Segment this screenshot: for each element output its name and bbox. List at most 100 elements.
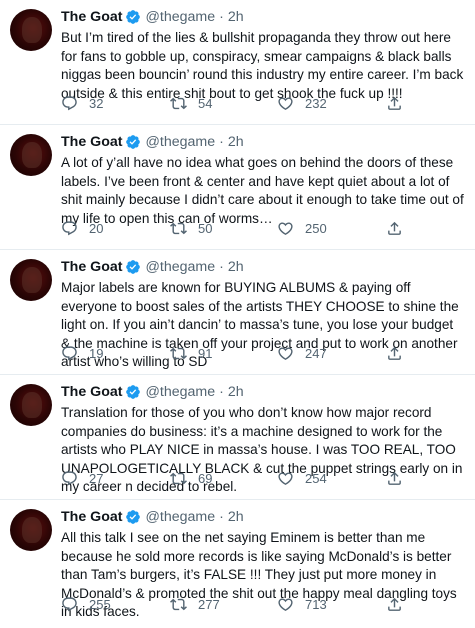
retweet-count: 277 xyxy=(198,596,220,612)
tweet[interactable]: The Goat @thegame · 2h Major labels are … xyxy=(0,250,475,375)
author-handle[interactable]: @thegame xyxy=(145,258,215,276)
share-button[interactable] xyxy=(386,470,406,487)
reply-button[interactable]: 20 xyxy=(61,220,170,237)
like-button[interactable]: 232 xyxy=(277,95,386,112)
tweet[interactable]: The Goat @thegame · 2h Translation for t… xyxy=(0,375,475,500)
reply-icon xyxy=(62,95,77,110)
share-icon xyxy=(388,96,401,110)
retweet-count: 50 xyxy=(198,220,213,236)
retweet-count: 91 xyxy=(198,345,213,361)
tweet-actions: 255 277 713 xyxy=(61,595,465,613)
like-count: 250 xyxy=(305,220,327,236)
avatar[interactable] xyxy=(10,384,52,426)
timestamp[interactable]: 2h xyxy=(228,508,244,526)
retweet-icon xyxy=(170,472,187,484)
share-icon xyxy=(388,471,401,485)
tweet[interactable]: The Goat @thegame · 2h A lot of y’all ha… xyxy=(0,125,475,250)
timestamp[interactable]: 2h xyxy=(228,383,244,401)
retweet-button[interactable]: 69 xyxy=(170,470,277,487)
tweet-header: The Goat @thegame · 2h xyxy=(61,8,465,26)
retweet-icon xyxy=(170,97,187,109)
verified-badge-icon xyxy=(126,385,141,399)
author-name[interactable]: The Goat xyxy=(61,258,122,276)
separator-dot: · xyxy=(219,9,224,25)
tweet-header: The Goat @thegame · 2h xyxy=(61,133,465,151)
retweet-button[interactable]: 50 xyxy=(170,220,277,237)
share-icon xyxy=(388,597,401,611)
reply-icon xyxy=(62,220,77,235)
avatar[interactable] xyxy=(10,509,52,551)
tweet-text: But I’m tired of the lies & bullshit pro… xyxy=(61,30,464,101)
author-handle[interactable]: @thegame xyxy=(145,383,215,401)
timestamp[interactable]: 2h xyxy=(228,8,244,26)
avatar[interactable] xyxy=(10,9,52,51)
author-name[interactable]: The Goat xyxy=(61,508,122,526)
retweet-count: 54 xyxy=(198,95,213,111)
tweet-actions: 27 69 254 xyxy=(61,469,465,487)
reply-button[interactable]: 32 xyxy=(61,95,170,112)
like-button[interactable]: 713 xyxy=(277,596,386,613)
like-count: 232 xyxy=(305,95,327,111)
tweet-header: The Goat @thegame · 2h xyxy=(61,383,465,401)
share-icon xyxy=(388,346,401,360)
retweet-button[interactable]: 91 xyxy=(170,345,277,362)
separator-dot: · xyxy=(219,259,224,275)
author-name[interactable]: The Goat xyxy=(61,8,122,26)
avatar[interactable] xyxy=(10,134,52,176)
verified-badge-icon xyxy=(126,135,141,149)
tweet-feed: The Goat @thegame · 2h But I’m tired of … xyxy=(0,0,475,628)
share-button[interactable] xyxy=(386,596,406,613)
reply-button[interactable]: 255 xyxy=(61,596,170,613)
heart-icon xyxy=(278,96,293,110)
share-button[interactable] xyxy=(386,220,406,237)
author-handle[interactable]: @thegame xyxy=(145,133,215,151)
separator-dot: · xyxy=(219,509,224,525)
heart-icon xyxy=(278,221,293,235)
author-name[interactable]: The Goat xyxy=(61,133,122,151)
tweet-actions: 32 54 232 xyxy=(61,94,465,112)
timestamp[interactable]: 2h xyxy=(228,133,244,151)
separator-dot: · xyxy=(219,384,224,400)
verified-badge-icon xyxy=(126,260,141,274)
reply-icon xyxy=(62,470,77,485)
like-count: 254 xyxy=(305,470,327,486)
verified-badge-icon xyxy=(126,10,141,24)
tweet-header: The Goat @thegame · 2h xyxy=(61,508,465,526)
share-icon xyxy=(388,221,401,235)
like-button[interactable]: 247 xyxy=(277,345,386,362)
like-button[interactable]: 254 xyxy=(277,470,386,487)
tweet-header: The Goat @thegame · 2h xyxy=(61,258,465,276)
share-button[interactable] xyxy=(386,95,406,112)
reply-count: 19 xyxy=(89,345,104,361)
reply-count: 20 xyxy=(89,220,104,236)
like-button[interactable]: 250 xyxy=(277,220,386,237)
like-count: 713 xyxy=(305,596,327,612)
like-count: 247 xyxy=(305,345,327,361)
heart-icon xyxy=(278,346,293,360)
timestamp[interactable]: 2h xyxy=(228,258,244,276)
reply-count: 27 xyxy=(89,470,104,486)
avatar[interactable] xyxy=(10,259,52,301)
heart-icon xyxy=(278,597,293,611)
verified-badge-icon xyxy=(126,510,141,524)
retweet-icon xyxy=(170,598,187,610)
reply-button[interactable]: 27 xyxy=(61,470,170,487)
retweet-icon xyxy=(170,347,187,359)
tweet-actions: 20 50 250 xyxy=(61,219,465,237)
retweet-icon xyxy=(170,222,187,234)
retweet-button[interactable]: 277 xyxy=(170,596,277,613)
author-handle[interactable]: @thegame xyxy=(145,508,215,526)
reply-button[interactable]: 19 xyxy=(61,345,170,362)
retweet-count: 69 xyxy=(198,470,213,486)
tweet[interactable]: The Goat @thegame · 2h All this talk I s… xyxy=(0,500,475,625)
author-name[interactable]: The Goat xyxy=(61,383,122,401)
reply-count: 32 xyxy=(89,95,104,111)
author-handle[interactable]: @thegame xyxy=(145,8,215,26)
tweet[interactable]: The Goat @thegame · 2h But I’m tired of … xyxy=(0,0,475,125)
reply-icon xyxy=(62,596,77,611)
reply-count: 255 xyxy=(89,596,111,612)
tweet-actions: 19 91 247 xyxy=(61,344,465,362)
retweet-button[interactable]: 54 xyxy=(170,95,277,112)
share-button[interactable] xyxy=(386,345,406,362)
separator-dot: · xyxy=(219,134,224,150)
